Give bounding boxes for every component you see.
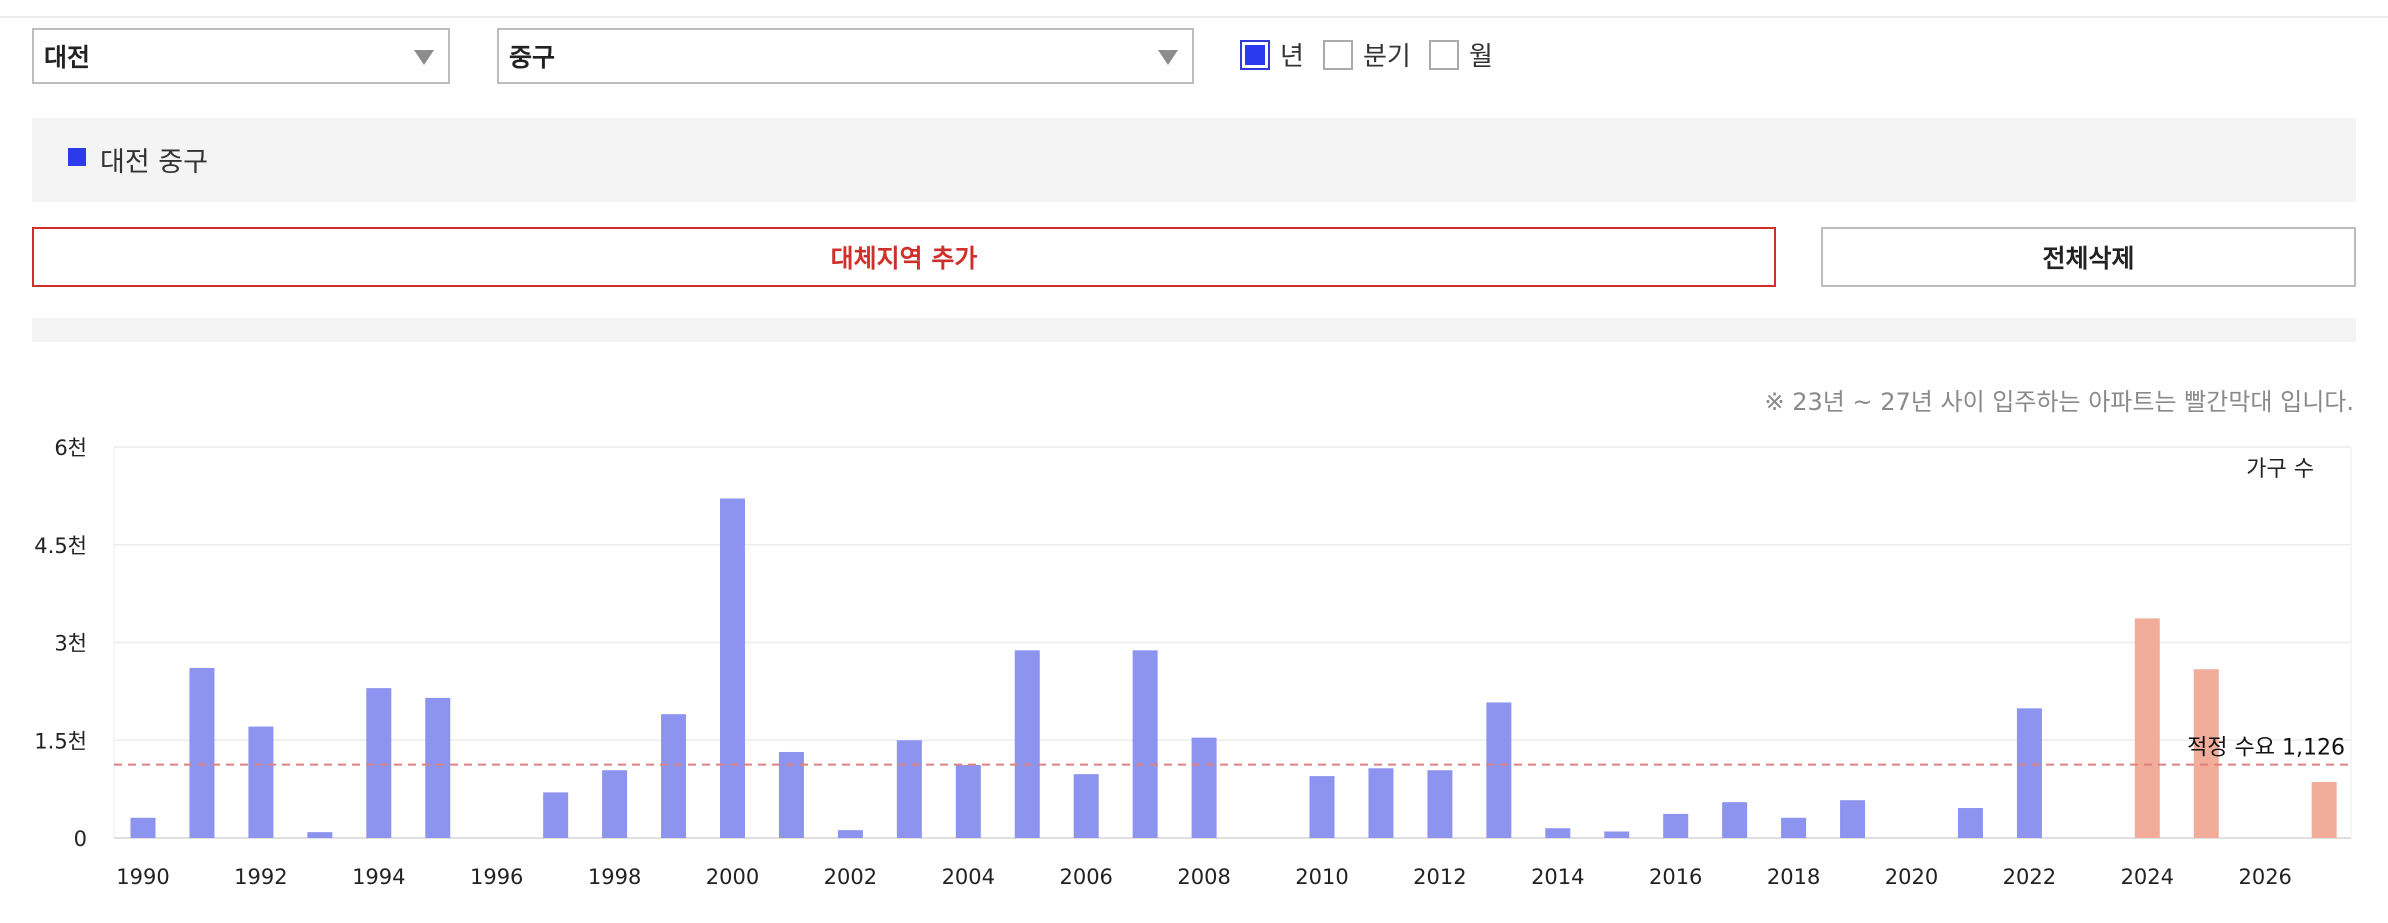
y-tick-label: 0 — [74, 827, 87, 851]
bar-1998 — [602, 770, 628, 838]
bar-2000 — [720, 498, 745, 838]
x-tick-label: 2012 — [1413, 865, 1466, 889]
y-tick-label: 3천 — [54, 632, 87, 656]
bar-2010 — [1309, 776, 1335, 838]
x-tick-label: 2000 — [706, 865, 759, 889]
bar-2004 — [955, 765, 981, 838]
bar-2005 — [1014, 650, 1040, 838]
series-label: 가구 수 — [2246, 457, 2314, 482]
x-tick-label: 2008 — [1177, 865, 1230, 889]
bar-1995 — [425, 697, 451, 838]
x-tick-label: 1998 — [588, 865, 641, 889]
bar-1993 — [307, 832, 333, 838]
y-tick-label: 4.5천 — [34, 534, 87, 558]
bar-2018 — [1781, 817, 1807, 838]
bar-2003 — [896, 740, 922, 838]
x-tick-label: 2022 — [2003, 865, 2056, 889]
x-tick-label: 2014 — [1531, 865, 1584, 889]
bar-2015 — [1604, 831, 1630, 838]
bar-1992 — [248, 726, 274, 838]
bar-1994 — [366, 688, 392, 838]
bar-2017 — [1722, 802, 1748, 838]
bar-2014 — [1545, 828, 1571, 838]
bar-1997 — [543, 792, 569, 838]
x-tick-label: 2024 — [2121, 865, 2174, 889]
x-tick-label: 2020 — [1885, 865, 1938, 889]
bar-2016 — [1663, 813, 1689, 838]
bar-1999 — [661, 714, 687, 838]
x-tick-label: 2002 — [824, 865, 877, 889]
x-tick-label: 2026 — [2238, 865, 2291, 889]
x-tick-label: 2010 — [1295, 865, 1348, 889]
bar-1990 — [130, 817, 156, 838]
bar-2019 — [1840, 800, 1866, 838]
x-tick-label: 1990 — [116, 865, 169, 889]
bar-1991 — [189, 667, 215, 838]
x-tick-label: 1996 — [470, 865, 523, 889]
bar-2007 — [1132, 650, 1158, 838]
bar-2008 — [1191, 737, 1217, 838]
bar-2011 — [1368, 768, 1394, 838]
x-tick-label: 2006 — [1059, 865, 1112, 889]
y-tick-label: 1.5천 — [34, 729, 87, 753]
reference-line-label: 적정 수요 1,126 — [2187, 736, 2345, 761]
x-tick-label: 1992 — [234, 865, 287, 889]
x-tick-label: 2018 — [1767, 865, 1820, 889]
x-tick-label: 2004 — [942, 865, 995, 889]
bar-2012 — [1427, 770, 1453, 838]
bar-2027 — [2311, 781, 2337, 838]
bar-2013 — [1486, 702, 1512, 838]
bar-2024 — [2134, 618, 2160, 838]
bar-2006 — [1073, 774, 1099, 838]
x-tick-label: 1994 — [352, 865, 405, 889]
y-tick-label: 6천 — [54, 436, 87, 460]
supply-bar-chart: 0 1.5천 3천 4.5천 6천 1990 1992 1994 1996 1998 2000 200… — [34, 436, 2352, 889]
bar-2002 — [837, 830, 863, 838]
bar-2021 — [1957, 808, 1983, 838]
x-tick-label: 2016 — [1649, 865, 1702, 889]
bar-2022 — [2016, 708, 2042, 838]
